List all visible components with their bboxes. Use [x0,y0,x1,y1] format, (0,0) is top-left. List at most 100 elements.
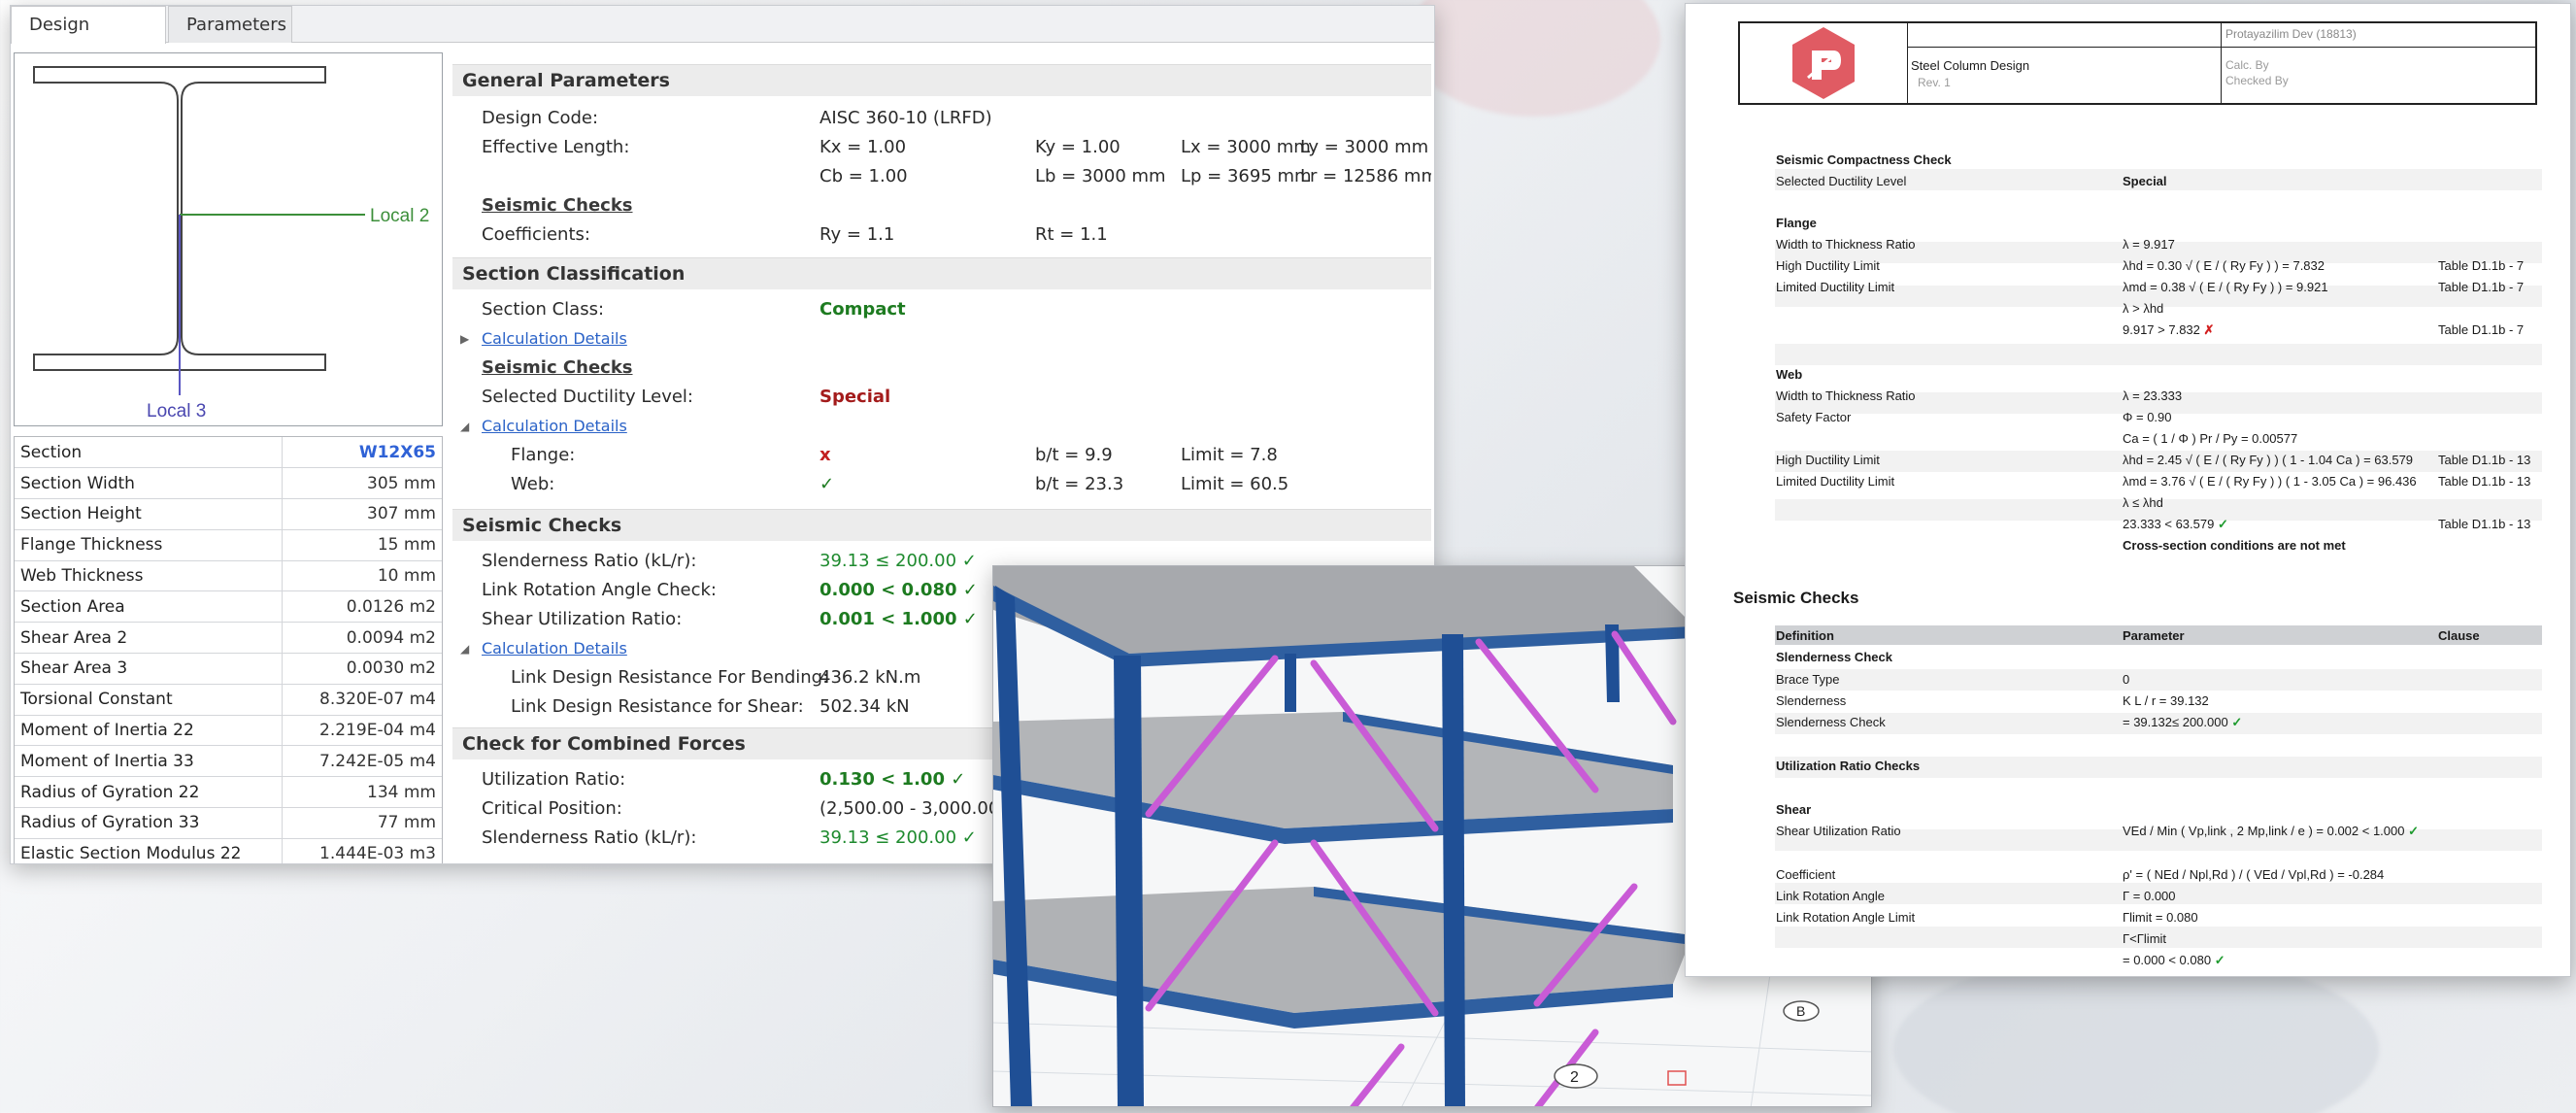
property-value: 134 mm [282,776,442,809]
section-diagram: Local 2 Local 3 [14,52,443,426]
web-hdl-label: High Ductility Limit [1776,453,1880,467]
grid-bubble-icon[interactable]: 2 [1554,1063,1598,1089]
grid-bubble-icon[interactable]: B [1783,1000,1820,1022]
conditions-note: Cross-section conditions are not met [2123,538,2346,553]
brace-type-value: 0 [2123,672,2130,687]
table-row[interactable]: Radius of Gyration 22 134 mm [15,776,442,809]
gamma-result: = 0.000 < 0.080 ✓ [2123,953,2225,967]
slenderness-ratio-label: Slenderness Ratio (kL/r): [482,551,697,571]
ductility-level-label: Selected Ductility Level: [482,387,693,407]
slenderness-check-value: = 39.132≤ 200.000 ✓ [2123,715,2243,729]
flange-bt-value: b/t = 9.9 [1035,445,1113,465]
logo-cell [1740,23,1908,103]
tab-parameters[interactable]: Parameters [168,6,292,43]
calculation-details-link[interactable]: Calculation Details [482,324,627,354]
flange-hdl-formula: λhd = 0.30 √ ( E / ( Ry Fy ) ) = 7.832 [2123,258,2325,273]
kx-value: Kx = 1.00 [820,137,907,157]
property-name: Section [15,437,283,469]
section-class-value: Compact [820,299,906,320]
shear-ratio-formula: VEd / Min ( Vp,link , 2 Mp,link / e ) = … [2123,824,2420,838]
table-row[interactable]: Torsional Constant 8.320E-07 m4 [15,684,442,716]
column-header-parameter: Parameter [2123,628,2185,643]
web-comparison: λ ≤ λhd [2123,495,2163,510]
flange-limit-value: Limit = 7.8 [1181,445,1278,465]
table-row[interactable]: Section Area 0.0126 m2 [15,590,442,624]
table-row[interactable]: Section Width 305 mm [15,467,442,500]
section-class-label: Section Class: [482,299,605,320]
web-bt-value: b/t = 23.3 [1035,474,1124,494]
calculation-details-link[interactable]: Calculation Details [482,634,627,663]
slenderness-check-heading: Slenderness Check [1776,650,1892,664]
ductility-label: Selected Ductility Level [1776,174,1907,188]
design-code-value: AISC 360-10 (LRFD) [820,108,992,128]
link-rotation-label: Link Rotation Angle Check: [482,580,717,600]
lr-value: Lr = 12586 mm [1300,166,1431,186]
table-row[interactable]: Radius of Gyration 33 77 mm [15,807,442,839]
link-rotation-label: Link Rotation Angle [1776,889,1886,903]
critical-position-label: Critical Position: [482,798,622,819]
shear-utilization-label: Shear Utilization Ratio: [482,609,683,629]
seismic-checks-subheader: Seismic Checks [482,195,633,216]
report-title: Steel Column Design [1911,58,2030,73]
local-2-label: Local 2 [370,206,429,226]
table-row[interactable]: Web Thickness 10 mm [15,560,442,592]
shear-resistance-label: Link Design Resistance for Shear: [511,696,804,717]
lp-value: Lp = 3695 mm [1181,166,1312,186]
property-value: 8.320E-07 m4 [282,684,442,716]
table-row[interactable]: Section Height 307 mm [15,498,442,530]
company-logo-icon [1792,27,1855,99]
gamma-comparison: Γ<Γlimit [2123,931,2167,946]
table-row[interactable]: Moment of Inertia 33 7.242E-05 m4 [15,745,442,778]
flange-label: Flange: [511,445,576,465]
property-value: 2.219E-04 m4 [282,715,442,747]
table-row[interactable]: Flange Thickness 15 mm [15,529,442,561]
company-name: Protayazilim Dev (18813) [2225,27,2357,41]
clause-ref: Table D1.1b - 13 [2438,517,2531,531]
table-row[interactable]: Shear Area 3 0.0030 m2 [15,653,442,685]
section-header-seismic: Seismic Checks [452,509,1431,541]
property-value: 307 mm [282,498,442,530]
local-3-label: Local 3 [147,401,206,422]
collapse-arrow-icon[interactable]: ◢ [460,634,469,663]
table-row[interactable]: Moment of Inertia 22 2.219E-04 m4 [15,715,442,747]
coefficient-formula: ρ' = ( NEd / Npl,Rd ) / ( VEd / Vpl,Rd )… [2123,867,2385,882]
property-name: Shear Area 3 [15,653,283,685]
clause-ref: Table D1.1b - 7 [2438,322,2525,337]
table-row[interactable]: Shear Area 2 0.0094 m2 [15,622,442,655]
tab-design-summary[interactable]: Design Summary [11,6,166,72]
property-value: 7.242E-05 m4 [282,745,442,778]
collapse-arrow-icon[interactable]: ◢ [460,412,469,441]
property-name: Web Thickness [15,560,283,592]
clause-ref: Table D1.1b - 7 [2438,258,2525,273]
property-name: Radius of Gyration 33 [15,807,283,839]
property-name: Torsional Constant [15,684,283,716]
calculation-details-link[interactable]: Calculation Details [482,412,627,441]
link-rotation-value: Γ = 0.000 [2123,889,2176,903]
property-value: 1.444E-03 m3 [282,838,442,863]
calc-by-label: Calc. By [2225,58,2269,72]
section-properties-table: Section W12X65 Section Width 305 mm Sectio… [14,436,443,863]
table-row[interactable]: Elastic Section Modulus 22 1.444E-03 m3 [15,838,442,863]
property-name: Section Height [15,498,283,530]
fail-cross-icon: ✗ [2203,322,2215,337]
web-wtr-label: Width to Thickness Ratio [1776,388,1916,403]
property-name: Section Area [15,590,283,624]
link-rotation-value: 0.000 < 0.080 ✓ [820,580,978,600]
flange-comparison: λ > λhd [2123,301,2164,316]
utilization-ratio-label: Utilization Ratio: [482,769,626,790]
flange-heading: Flange [1776,216,1817,230]
clause-ref: Table D1.1b - 7 [2438,280,2525,294]
section-header-classification: Section Classification [452,257,1431,289]
flange-ldl-formula: λmd = 0.38 √ ( E / ( Ry Fy ) ) = 9.921 [2123,280,2328,294]
property-name: Elastic Section Modulus 22 [15,838,283,863]
table-row[interactable]: Section W12X65 [15,437,442,469]
tab-bar: Design Summary Parameters [11,6,1434,72]
property-value: 0.0094 m2 [282,622,442,655]
flange-result: 9.917 > 7.832 ✗ [2123,322,2215,337]
expand-arrow-icon[interactable]: ▶ [460,324,469,354]
report-page: Steel Column Design Rev. 1 Protayazilim … [1685,3,2571,977]
slenderness-ratio-value: 39.13 ≤ 200.00 ✓ [820,551,977,571]
svg-text:2: 2 [1570,1069,1579,1086]
flange-ldl-label: Limited Ductility Limit [1776,280,1895,294]
safety-factor-label: Safety Factor [1776,410,1852,424]
